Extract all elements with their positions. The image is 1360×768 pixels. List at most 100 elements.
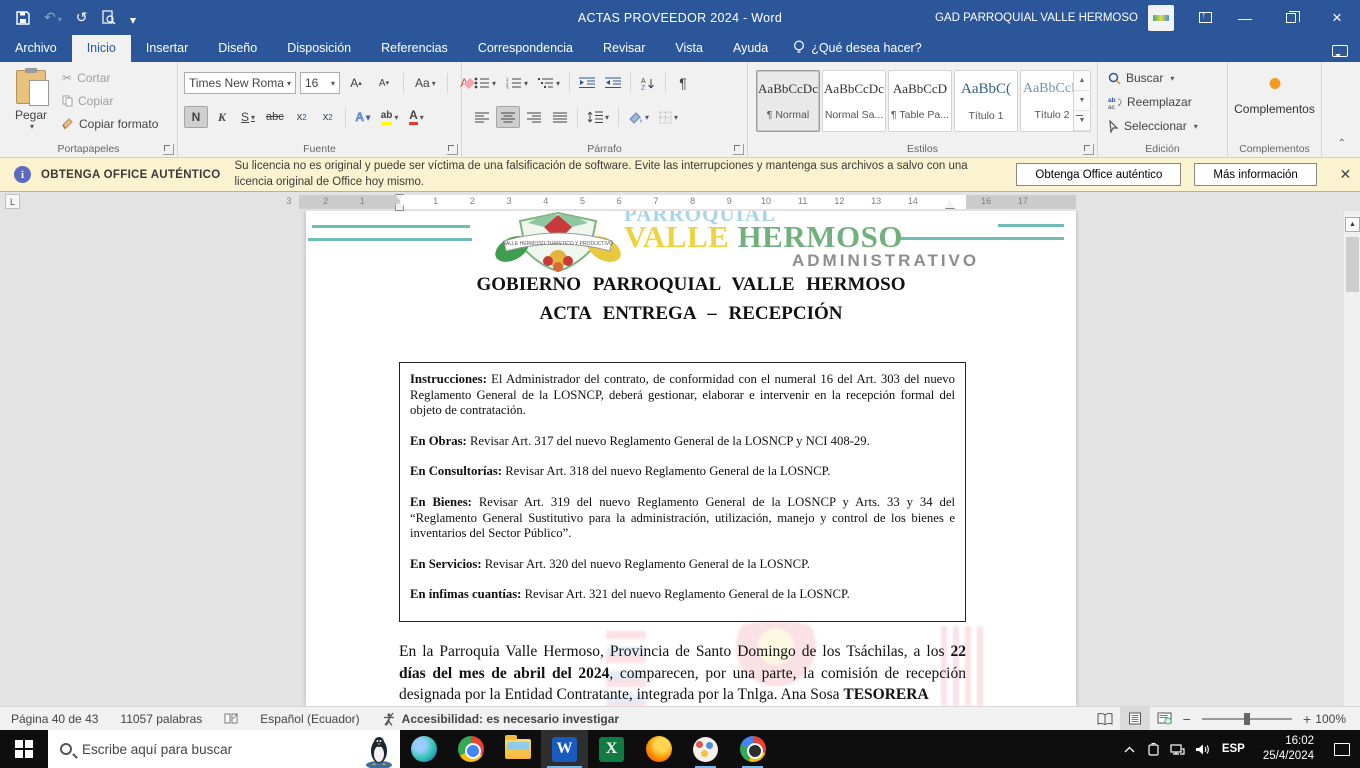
shrink-font-icon[interactable]: A ▾	[372, 72, 396, 94]
styles-scroll-down-icon[interactable]: ▼	[1074, 91, 1090, 111]
tab-insertar[interactable]: Insertar	[131, 35, 203, 62]
account-avatar[interactable]	[1148, 4, 1174, 31]
zoom-out-icon[interactable]: −	[1180, 711, 1194, 727]
cut-button[interactable]: ✂ Cortar	[62, 71, 110, 85]
styles-dialog-launcher-icon[interactable]	[1083, 144, 1094, 155]
borders-icon[interactable]: ▾	[655, 106, 682, 128]
strikethrough-icon[interactable]: abc	[262, 106, 288, 128]
tray-clock[interactable]: 16:02 25/4/2024	[1253, 734, 1324, 764]
tab-revisar[interactable]: Revisar	[588, 35, 660, 62]
read-mode-icon[interactable]	[1090, 707, 1120, 730]
scroll-up-icon[interactable]: ▲	[1345, 217, 1360, 232]
license-bar-close-icon[interactable]: ✕	[1331, 166, 1360, 183]
align-center-icon[interactable]	[496, 106, 520, 128]
numbering-icon[interactable]: 1 2 3 ▾	[502, 72, 532, 94]
styles-scroll-up-icon[interactable]: ▲	[1074, 71, 1090, 91]
increase-indent-icon[interactable]	[601, 72, 625, 94]
tab-correspondencia[interactable]: Correspondencia	[463, 35, 588, 62]
vertical-scrollbar[interactable]: ▲	[1343, 211, 1360, 706]
taskbar-app-file-explorer[interactable]	[494, 730, 541, 768]
style--normal[interactable]: AaBbCcDc ¶ Normal	[756, 70, 820, 132]
italic-button[interactable]: K	[210, 106, 234, 128]
zoom-in-icon[interactable]: +	[1300, 711, 1314, 727]
superscript-icon[interactable]: x2	[316, 106, 340, 128]
taskbar-app-excel[interactable]: X	[588, 730, 635, 768]
language-tray-indicator[interactable]: ESP	[1214, 743, 1253, 755]
style--table-pa-[interactable]: AaBbCcD ¶ Table Pa...	[888, 70, 952, 132]
format-painter-button[interactable]: Copiar formato	[62, 117, 158, 131]
addins-button[interactable]: Complementos	[1228, 102, 1321, 116]
font-color-icon[interactable]: A ▾	[404, 106, 428, 128]
tab-referencias[interactable]: Referencias	[366, 35, 463, 62]
get-genuine-office-button[interactable]: Obtenga Office auténtico	[1016, 163, 1182, 186]
style-normal-sa-[interactable]: AaBbCcDc Normal Sa...	[822, 70, 886, 132]
multilevel-list-icon[interactable]: ▾	[534, 72, 564, 94]
paste-dropdown-icon[interactable]: ▾	[10, 122, 54, 131]
tab-diseo[interactable]: Diseño	[203, 35, 272, 62]
underline-button[interactable]: S ▾	[236, 106, 260, 128]
select-button[interactable]: Seleccionar ▾	[1108, 119, 1198, 133]
paste-button[interactable]: Pegar ▾	[8, 68, 54, 140]
sort-icon[interactable]: AZ	[636, 72, 660, 94]
tell-me-box[interactable]: ¿Qué desea hacer?	[783, 34, 932, 62]
tray-chevron-icon[interactable]	[1118, 730, 1142, 768]
copy-button[interactable]: Copiar	[62, 94, 113, 108]
taskbar-app-paint[interactable]	[682, 730, 729, 768]
bold-button[interactable]: N	[184, 106, 208, 128]
accessibility-status[interactable]: Accesibilidad: es necesario investigar	[371, 712, 630, 726]
network-icon[interactable]	[1166, 730, 1190, 768]
horizontal-ruler[interactable]: 3 2 1 1 2 3 4 5 6 7 8 9 10 11 12 13 14 16 17	[286, 194, 1076, 211]
grow-font-icon[interactable]: A ▴	[344, 72, 368, 94]
web-layout-icon[interactable]	[1150, 707, 1180, 730]
document-page[interactable]: VALLE HERMOSO TURISTICO Y PRODUCTIVO PAR…	[306, 211, 1076, 706]
word-count[interactable]: 11057 palabras	[109, 712, 213, 726]
font-name-combo[interactable]: Times New Roma ▾	[184, 72, 296, 94]
justify-icon[interactable]	[548, 106, 572, 128]
tab-inicio[interactable]: Inicio	[71, 35, 131, 62]
styles-gallery-scrollbar[interactable]: ▲ ▼ ▼	[1073, 70, 1091, 132]
language-indicator[interactable]: Español (Ecuador)	[249, 712, 370, 726]
feedback-icon[interactable]	[1332, 45, 1348, 57]
minimize-button[interactable]: —	[1222, 0, 1268, 35]
taskbar-app-edge[interactable]	[400, 730, 447, 768]
highlight-color-icon[interactable]: ab ▾	[377, 106, 403, 128]
line-spacing-icon[interactable]: ▾	[583, 106, 613, 128]
restore-button[interactable]	[1268, 0, 1314, 35]
account-name[interactable]: GAD PARROQUIAL VALLE HERMOSO	[935, 12, 1138, 24]
proofing-icon[interactable]	[213, 712, 249, 725]
bullets-icon[interactable]: ▾	[470, 72, 500, 94]
zoom-slider-thumb[interactable]	[1243, 712, 1250, 725]
replace-button[interactable]: ab ac Reemplazar	[1108, 95, 1192, 109]
tab-archivo[interactable]: Archivo	[0, 35, 72, 62]
align-right-icon[interactable]	[522, 106, 546, 128]
collapse-ribbon-icon[interactable]: ⌃	[1338, 138, 1346, 149]
zoom-percentage[interactable]: 100%	[1314, 712, 1360, 726]
learn-more-button[interactable]: Más información	[1194, 163, 1317, 186]
change-case-icon[interactable]: Aa ▾	[411, 72, 440, 94]
scrollbar-thumb[interactable]	[1346, 237, 1359, 292]
action-center-icon[interactable]	[1324, 730, 1360, 768]
tab-disposicin[interactable]: Disposición	[272, 35, 366, 62]
print-layout-icon[interactable]	[1119, 707, 1150, 730]
show-paragraph-marks-icon[interactable]: ¶	[671, 72, 695, 94]
find-button[interactable]: Buscar ▾	[1108, 71, 1174, 85]
taskbar-app-word[interactable]: W	[541, 730, 588, 768]
font-size-combo[interactable]: 16 ▾	[300, 72, 340, 94]
tab-selector[interactable]: L	[5, 194, 20, 209]
volume-icon[interactable]	[1190, 730, 1214, 768]
tab-vista[interactable]: Vista	[660, 35, 718, 62]
tablet-device-icon[interactable]	[1142, 730, 1166, 768]
paragraph-dialog-launcher-icon[interactable]	[733, 144, 744, 155]
align-left-icon[interactable]	[470, 106, 494, 128]
penguin-search-highlight[interactable]	[364, 734, 394, 768]
start-button[interactable]	[0, 730, 48, 768]
taskbar-app-chrome[interactable]	[447, 730, 494, 768]
font-dialog-launcher-icon[interactable]	[447, 144, 458, 155]
taskbar-app-chrome-profile[interactable]	[729, 730, 776, 768]
page-indicator[interactable]: Página 40 de 43	[0, 712, 109, 726]
taskbar-app-firefox[interactable]	[635, 730, 682, 768]
clipboard-dialog-launcher-icon[interactable]	[163, 144, 174, 155]
subscript-icon[interactable]: x2	[290, 106, 314, 128]
ribbon-display-options-icon[interactable]	[1188, 0, 1222, 35]
close-button[interactable]: ×	[1314, 0, 1360, 35]
